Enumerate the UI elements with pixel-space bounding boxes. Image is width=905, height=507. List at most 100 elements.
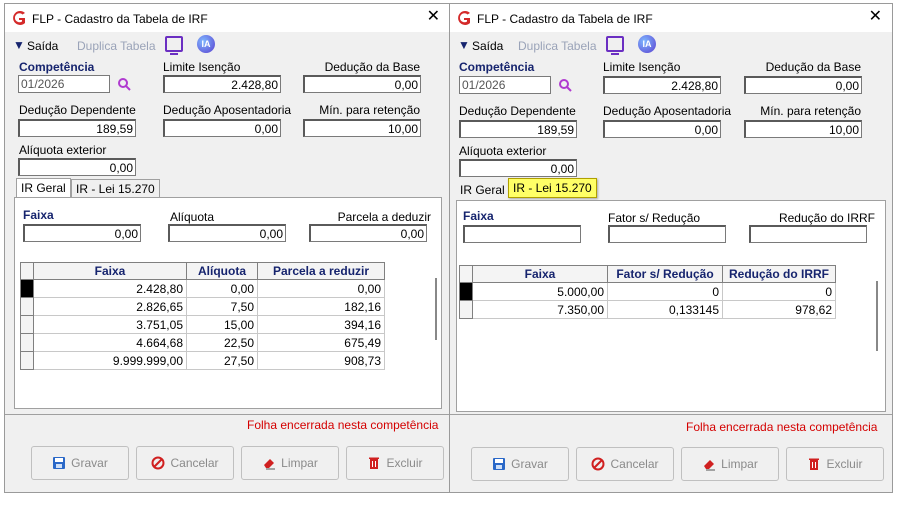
editor-fator-input[interactable] <box>608 225 726 243</box>
table-row[interactable]: 5.000,00 0 0 <box>459 282 836 301</box>
cell-aliquota[interactable]: 7,50 <box>186 297 258 316</box>
editor-faixa-input[interactable]: 0,00 <box>23 224 141 242</box>
editor-faixa-input[interactable] <box>463 225 581 243</box>
gravar-label: Gravar <box>71 456 108 470</box>
deducao-dependente-input[interactable]: 189,59 <box>18 119 136 137</box>
duplica-tabela-button[interactable]: Duplica Tabela <box>518 39 597 53</box>
excluir-button[interactable]: Excluir <box>786 447 884 481</box>
tab-ir-lei-15270[interactable]: IR - Lei 15.270 <box>508 178 597 198</box>
deducao-aposentadoria-input[interactable]: 0,00 <box>603 120 721 138</box>
table-row[interactable]: 9.999.999,00 27,50 908,73 <box>20 351 385 370</box>
cell-faixa[interactable]: 5.000,00 <box>472 282 608 301</box>
cell-fator[interactable]: 0 <box>607 282 723 301</box>
cell-aliquota[interactable]: 22,50 <box>186 333 258 352</box>
ia-icon[interactable]: IA <box>197 35 215 53</box>
col-faixa-header[interactable]: Faixa <box>472 265 608 283</box>
faixas-table[interactable]: Faixa Fator s/ Redução Redução do IRRF 5… <box>459 265 836 319</box>
col-faixa-header[interactable]: Faixa <box>33 262 187 280</box>
col-reducao-header[interactable]: Redução do IRRF <box>722 265 836 283</box>
cell-aliquota[interactable]: 27,50 <box>186 351 258 370</box>
table-row[interactable]: 4.664,68 22,50 675,49 <box>20 333 385 352</box>
gravar-button[interactable]: Gravar <box>31 446 129 480</box>
cell-fator[interactable]: 0,133145 <box>607 300 723 319</box>
gravar-button[interactable]: Gravar <box>471 447 569 481</box>
cell-faixa[interactable]: 9.999.999,00 <box>33 351 187 370</box>
cell-faixa[interactable]: 4.664,68 <box>33 333 187 352</box>
exit-arrow-icon: ▼ <box>458 38 470 52</box>
deducao-aposentadoria-input[interactable]: 0,00 <box>163 119 281 137</box>
right-window: FLP - Cadastro da Tabela de IRF ✕ ▼ Saíd… <box>449 3 893 493</box>
limite-isencao-input[interactable]: 2.428,80 <box>163 75 281 93</box>
duplica-tabela-button[interactable]: Duplica Tabela <box>77 39 156 53</box>
deducao-aposentadoria-label: Dedução Aposentadoria <box>163 103 292 117</box>
saida-button[interactable]: Saída <box>27 39 58 53</box>
min-retencao-input[interactable]: 10,00 <box>303 119 421 137</box>
competencia-input[interactable]: 01/2026 <box>459 76 551 94</box>
table-row[interactable]: 7.350,00 0,133145 978,62 <box>459 300 836 319</box>
tab-ir-geral[interactable]: IR Geral <box>16 178 71 197</box>
saida-button[interactable]: Saída <box>472 39 503 53</box>
excluir-button[interactable]: Excluir <box>346 446 444 480</box>
cell-faixa[interactable]: 7.350,00 <box>472 300 608 319</box>
table-row[interactable]: 2.826,65 7,50 182,16 <box>20 297 385 316</box>
deducao-dependente-label: Dedução Dependente <box>459 104 576 118</box>
cell-parcela[interactable]: 182,16 <box>257 297 385 316</box>
row-indicator <box>20 351 34 370</box>
close-icon[interactable]: ✕ <box>427 9 440 25</box>
cell-aliquota[interactable]: 15,00 <box>186 315 258 334</box>
trash-icon <box>809 458 820 470</box>
window-title: FLP - Cadastro da Tabela de IRF <box>32 12 208 26</box>
editor-reducao-input[interactable] <box>749 225 867 243</box>
cell-faixa[interactable]: 2.826,65 <box>33 297 187 316</box>
left-window: FLP - Cadastro da Tabela de IRF ✕ ▼ Saíd… <box>4 3 451 493</box>
min-retencao-label: Mín. para retenção <box>319 103 420 117</box>
ir-geral-panel: Faixa Alíquota Parcela a deduzir 0,00 0,… <box>14 197 442 409</box>
cell-faixa[interactable]: 2.428,80 <box>33 279 187 298</box>
deducao-base-input[interactable]: 0,00 <box>744 76 862 94</box>
competencia-label: Competência <box>459 60 535 74</box>
limpar-button[interactable]: Limpar <box>681 447 779 481</box>
status-message: Folha encerrada nesta competência <box>247 418 439 432</box>
cancelar-button[interactable]: Cancelar <box>576 447 674 481</box>
editor-parcela-input[interactable]: 0,00 <box>309 224 427 242</box>
table-row[interactable]: 2.428,80 0,00 0,00 <box>20 279 385 298</box>
search-icon[interactable] <box>558 78 572 92</box>
cancelar-button[interactable]: Cancelar <box>136 446 234 480</box>
cell-parcela[interactable]: 0,00 <box>257 279 385 298</box>
competencia-input[interactable]: 01/2026 <box>18 75 110 93</box>
cell-parcela[interactable]: 675,49 <box>257 333 385 352</box>
col-parcela-header[interactable]: Parcela a reduzir <box>257 262 385 280</box>
col-fator-header[interactable]: Fator s/ Redução <box>607 265 723 283</box>
cell-reducao[interactable]: 0 <box>722 282 836 301</box>
search-icon[interactable] <box>117 77 131 91</box>
aliquota-exterior-input[interactable]: 0,00 <box>459 159 577 177</box>
indicator-header <box>459 265 473 283</box>
editor-aliquota-input[interactable]: 0,00 <box>168 224 286 242</box>
tab-ir-geral[interactable]: IR Geral <box>456 181 509 199</box>
limite-isencao-label: Limite Isenção <box>603 60 681 74</box>
close-icon[interactable]: ✕ <box>869 9 882 25</box>
col-aliquota-header[interactable]: Alíquota <box>186 262 258 280</box>
aliquota-exterior-input[interactable]: 0,00 <box>18 158 136 176</box>
cell-faixa[interactable]: 3.751,05 <box>33 315 187 334</box>
row-indicator <box>459 300 473 319</box>
cell-parcela[interactable]: 908,73 <box>257 351 385 370</box>
deducao-base-input[interactable]: 0,00 <box>303 75 421 93</box>
monitor-icon[interactable] <box>606 36 624 55</box>
cell-parcela[interactable]: 394,16 <box>257 315 385 334</box>
ia-icon[interactable]: IA <box>638 35 656 53</box>
cell-reducao[interactable]: 978,62 <box>722 300 836 319</box>
tab-ir-lei-15270[interactable]: IR - Lei 15.270 <box>71 179 160 198</box>
table-row[interactable]: 3.751,05 15,00 394,16 <box>20 315 385 334</box>
faixas-table[interactable]: Faixa Alíquota Parcela a reduzir 2.428,8… <box>20 262 385 370</box>
gravar-label: Gravar <box>511 457 548 471</box>
limpar-button[interactable]: Limpar <box>241 446 339 480</box>
row-indicator <box>20 297 34 316</box>
table-scrollbar[interactable] <box>876 281 878 351</box>
deducao-dependente-input[interactable]: 189,59 <box>459 120 577 138</box>
table-scrollbar[interactable] <box>435 278 437 340</box>
min-retencao-input[interactable]: 10,00 <box>744 120 862 138</box>
cell-aliquota[interactable]: 0,00 <box>186 279 258 298</box>
monitor-icon[interactable] <box>165 36 183 55</box>
limite-isencao-input[interactable]: 2.428,80 <box>603 76 721 94</box>
